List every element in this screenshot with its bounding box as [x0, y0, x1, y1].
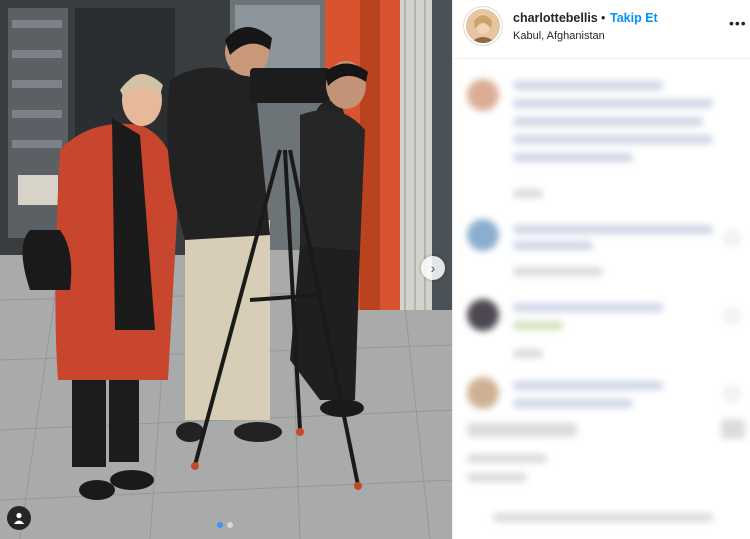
heart-icon	[725, 387, 739, 401]
avatar[interactable]	[466, 9, 500, 43]
post-header: charlottebellis • Takip Et Kabul, Afghan…	[453, 0, 750, 59]
comment-line	[513, 225, 713, 234]
comment-avatar	[467, 79, 499, 111]
photo-scene	[0, 0, 452, 539]
save-icon	[721, 419, 745, 439]
heart-icon	[725, 309, 739, 323]
avatar-image	[466, 9, 500, 43]
comment-meta	[513, 189, 543, 198]
chevron-right-icon: ›	[430, 259, 436, 276]
comment-line	[513, 241, 593, 250]
comment-line	[513, 303, 663, 312]
carousel-next-button[interactable]: ›	[421, 256, 445, 280]
user-tag-button[interactable]	[7, 506, 31, 530]
post-photo[interactable]: ›	[0, 0, 452, 539]
comment-meta	[513, 267, 603, 276]
heart-icon	[725, 231, 739, 245]
likes-count	[467, 454, 547, 463]
username-link[interactable]: charlottebellis	[513, 11, 598, 25]
follow-button[interactable]: Takip Et	[610, 11, 658, 25]
comments-section-blurred	[453, 59, 750, 539]
add-comment-field	[493, 513, 713, 522]
user-tag-icon	[13, 512, 25, 524]
comment-meta	[513, 349, 543, 358]
comment-line	[513, 117, 703, 126]
action-icons	[467, 423, 577, 437]
comment-avatar	[467, 299, 499, 331]
location-link[interactable]: Kabul, Afghanistan	[513, 30, 605, 42]
more-options-icon[interactable]: •••	[729, 15, 747, 31]
comment-line	[513, 81, 663, 90]
post-date	[467, 473, 527, 482]
comment-avatar	[467, 377, 499, 409]
separator-dot: •	[601, 11, 606, 25]
comment-line	[513, 135, 713, 144]
comment-avatar	[467, 219, 499, 251]
post-side-panel: charlottebellis • Takip Et Kabul, Afghan…	[452, 0, 750, 539]
carousel-dot	[227, 522, 233, 528]
comment-line	[513, 99, 713, 108]
carousel-indicator	[217, 522, 233, 528]
carousel-dot-active	[217, 522, 223, 528]
comment-line	[513, 321, 563, 330]
comment-line	[513, 381, 663, 390]
comment-line	[513, 153, 633, 162]
comment-line	[513, 399, 633, 408]
